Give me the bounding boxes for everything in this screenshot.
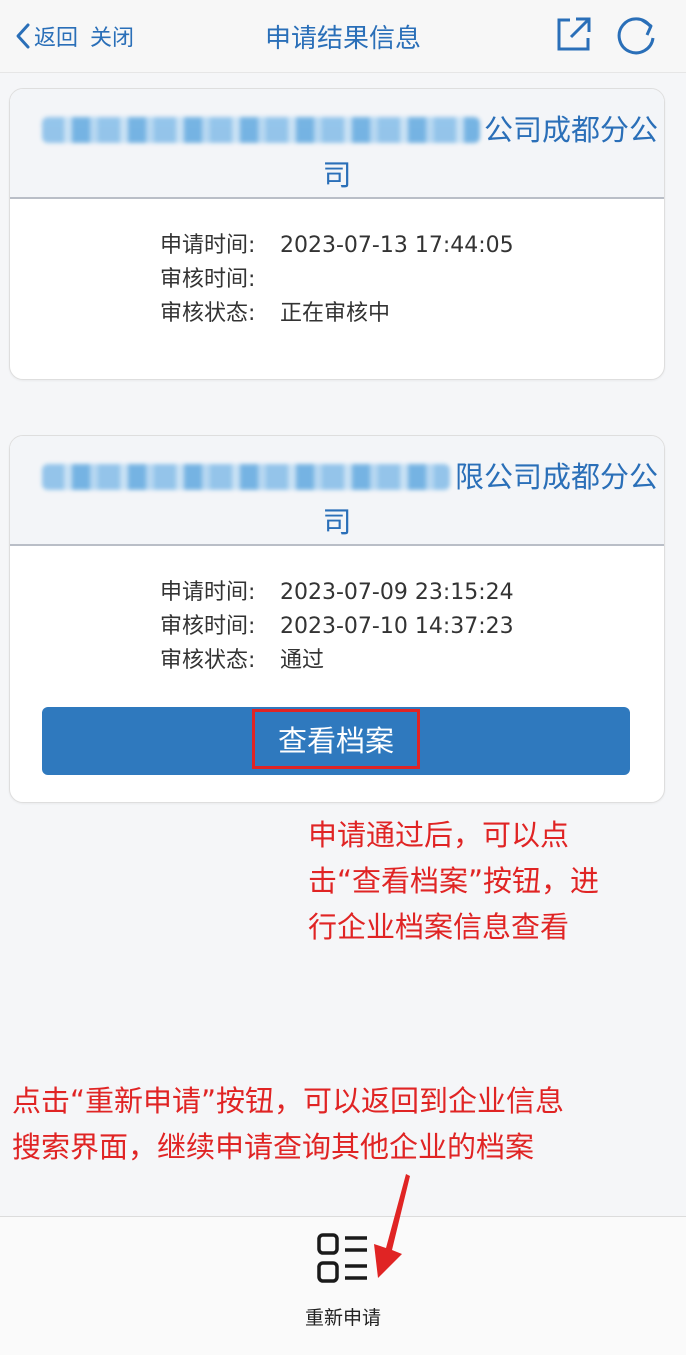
nav-bar: 返回 关闭 申请结果信息: [0, 0, 686, 73]
company-name-line2: 司: [322, 158, 352, 192]
archive-annotation: 申请通过后，可以点 击“查看档案”按钮，进 行企业档案信息查看: [308, 812, 599, 950]
apply-time-label: 申请时间:: [160, 580, 256, 605]
redacted-company-name: [42, 464, 450, 490]
application-card: 公司成都分公 司 申请时间: 2023-07-13 17:44:05 审核时间:…: [9, 88, 665, 380]
status-row: 审核状态: 正在审核中: [160, 297, 664, 331]
annotation-line: 击“查看档案”按钮，进: [308, 864, 600, 898]
apply-time-label: 申请时间:: [160, 233, 256, 258]
review-time-row: 审核时间: 2023-07-10 14:37:23: [160, 610, 664, 644]
bottom-toolbar: 重新申请: [0, 1216, 686, 1355]
reapply-label: 重新申请: [304, 1307, 381, 1329]
annotation-line: 搜索界面，继续申请查询其他企业的档案: [12, 1130, 535, 1164]
status-label: 审核状态:: [160, 648, 256, 673]
review-time-value: 2023-07-10 14:37:23: [280, 614, 514, 639]
annotation-line: 行企业档案信息查看: [308, 910, 570, 944]
annotation-line: 申请通过后，可以点: [308, 818, 570, 852]
refresh-icon[interactable]: [614, 14, 658, 58]
apply-time-value: 2023-07-13 17:44:05: [280, 233, 514, 258]
apply-time-value: 2023-07-09 23:15:24: [280, 580, 514, 605]
status-value: 正在审核中: [280, 301, 391, 326]
card-header: 公司成都分公 司: [10, 89, 664, 199]
company-name-line2: 司: [322, 505, 352, 539]
back-button[interactable]: 返回: [14, 20, 78, 52]
application-card: 限公司成都分公 司 申请时间: 2023-07-09 23:15:24 审核时间…: [9, 435, 665, 803]
reapply-annotation: 点击“重新申请”按钮，可以返回到企业信息 搜索界面，继续申请查询其他企业的档案: [12, 1078, 564, 1170]
status-row: 审核状态: 通过: [160, 644, 664, 678]
application-info: 申请时间: 2023-07-09 23:15:24 审核时间: 2023-07-…: [10, 546, 664, 678]
review-time-label: 审核时间:: [160, 614, 256, 639]
status-label: 审核状态:: [160, 301, 256, 326]
review-time-row: 审核时间:: [160, 263, 664, 297]
view-archive-button[interactable]: 查看档案: [42, 707, 630, 775]
card-header: 限公司成都分公 司: [10, 436, 664, 546]
close-button[interactable]: 关闭: [90, 20, 134, 52]
annotation-line: 点击“重新申请”按钮，可以返回到企业信息: [12, 1084, 565, 1118]
annotation-arrow-icon: [374, 1174, 410, 1278]
redacted-company-name: [42, 117, 480, 143]
review-time-label: 审核时间:: [160, 267, 256, 292]
apply-time-row: 申请时间: 2023-07-09 23:15:24: [160, 576, 664, 610]
apply-time-row: 申请时间: 2023-07-13 17:44:05: [160, 229, 664, 263]
status-value: 通过: [280, 648, 325, 673]
application-info: 申请时间: 2023-07-13 17:44:05 审核时间: 审核状态: 正在…: [10, 199, 664, 331]
chevron-left-icon: [16, 23, 30, 49]
back-label: 返回: [34, 26, 79, 51]
view-archive-label: 查看档案: [252, 709, 420, 769]
share-icon[interactable]: [554, 14, 594, 54]
